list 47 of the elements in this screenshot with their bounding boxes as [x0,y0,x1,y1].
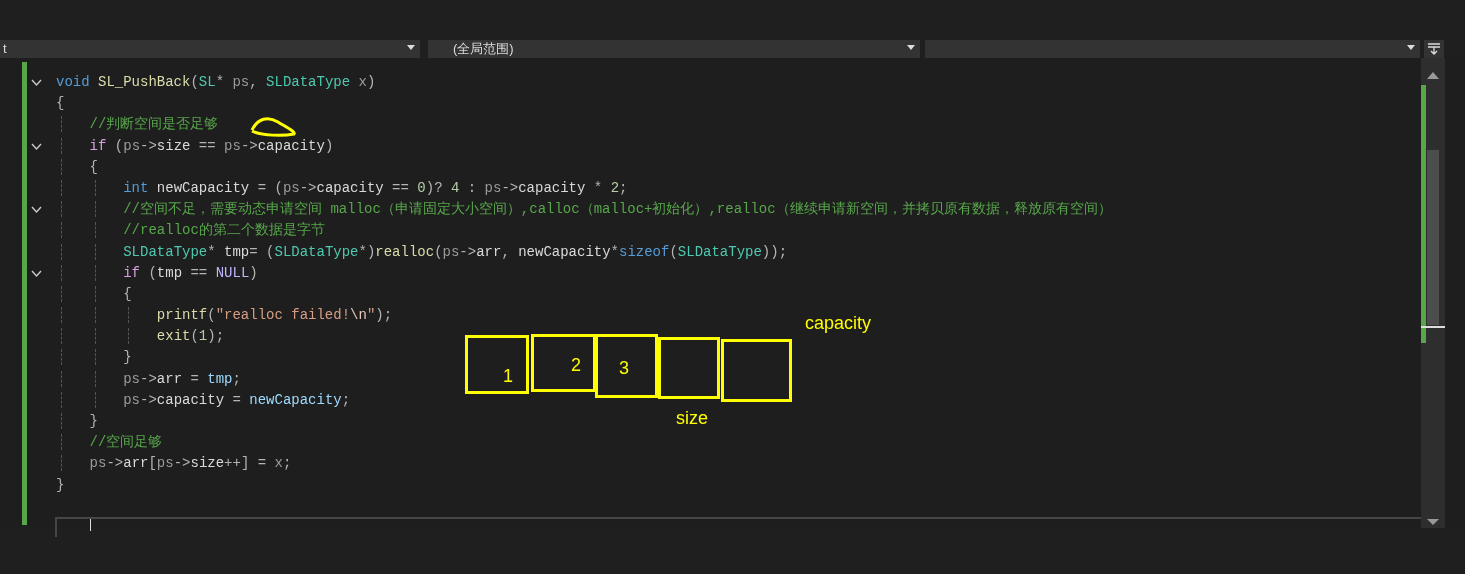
annotation-rectangle [595,334,658,398]
dropdown-arrow-icon [907,45,915,50]
split-window-button[interactable] [1424,40,1444,58]
code-line: ps->capacity = newCapacity; [56,389,351,411]
code-line: //空间足够 [56,432,163,454]
dropdown[interactable]: t [0,40,420,58]
annotation-rectangle [658,337,720,399]
annotation-text: capacity [805,314,872,332]
annotation-text: 3 [619,359,629,377]
fold-toggle-icon[interactable] [31,205,42,215]
code-line: { [56,94,65,114]
code-line: int newCapacity = (ps->capacity == 0)? 4 : ps->capacity * 2; [56,177,628,200]
caret-marker [1421,326,1445,328]
dropdown-arrow-icon [407,45,415,50]
fold-toggle-icon[interactable] [31,268,42,278]
dropdown-arrow-icon [1407,45,1415,50]
scrollbar-thumb[interactable] [1427,150,1439,325]
annotation-rectangle [531,334,596,392]
fold-toggle-icon[interactable] [31,78,42,87]
code-line: void SL_PushBack(SL* ps, SLDataType x) [56,73,376,92]
code-line: } [56,411,98,433]
code-line: SLDataType* tmp= (SLDataType*)realloc(ps->arr, newCapacity*sizeof(SLDataType)); [56,241,788,263]
code-line: printf("realloc failed!\n"); [56,305,393,327]
fold-toggle-icon[interactable] [31,141,42,151]
split-icon [1427,43,1441,55]
scroll-down-icon[interactable] [1427,519,1439,525]
code-line: } [56,475,65,495]
annotation-rectangle [465,335,529,394]
code-line: if (tmp == NULL) [56,262,258,284]
code-line: //空间不足，需要动态申请空间 malloc（申请固定大小空间）,calloc（malloc+初始化）,realloc（继续申请新空间，并拷贝原有数据，释放原有空间） [56,199,1112,221]
text-cursor [90,518,91,531]
code-line: } [56,347,132,369]
scroll-up-icon[interactable] [1427,72,1439,79]
annotation-text: size [676,409,708,427]
annotation-rectangle [721,339,792,402]
annotation-text: 2 [571,356,581,374]
code-line: exit(1); [56,326,225,348]
code-line: { [56,283,132,306]
code-line: //realloc的第二个数据是字节 [56,220,325,242]
dropdown[interactable]: (全局范围) [428,40,920,58]
annotation-text: 1 [503,367,513,385]
code-line: ps->arr = tmp; [56,368,241,390]
code-line: ps->arr[ps->size++] = x; [56,453,292,475]
code-line: //判断空间是否足够 [56,114,219,136]
vertical-scrollbar[interactable] [1421,58,1445,528]
code-line: if (ps->size == ps->capacity) [56,135,334,157]
code-line: { [56,156,98,178]
